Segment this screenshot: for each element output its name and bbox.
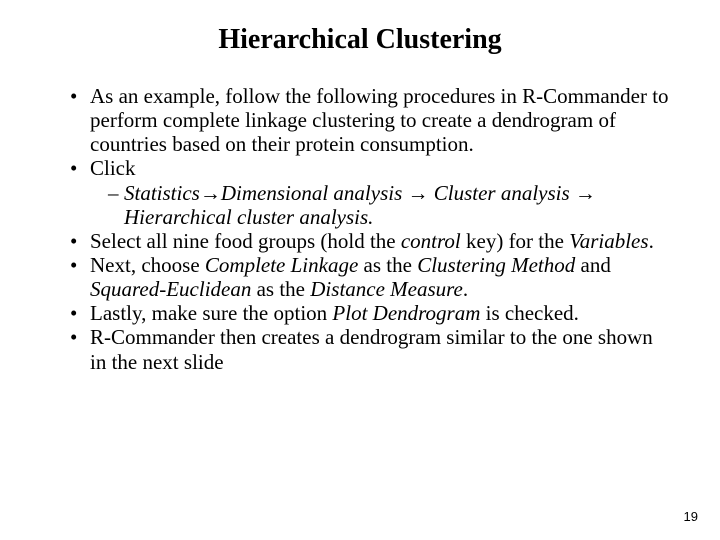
bullet-5-a: Lastly, make sure the option bbox=[90, 301, 332, 325]
bullet-4-f: Squared-Euclidean bbox=[90, 277, 251, 301]
bullet-6: R-Commander then creates a dendrogram si… bbox=[70, 325, 670, 373]
sub-bullet-list: Statistics→Dimensional analysis → Cluste… bbox=[90, 181, 670, 229]
bullet-3-c: key) for the bbox=[461, 229, 569, 253]
main-bullet-list: As an example, follow the following proc… bbox=[50, 84, 670, 374]
sub-bullet-1-text: Statistics→Dimensional analysis → Cluste… bbox=[124, 181, 596, 229]
slide-title: Hierarchical Clustering bbox=[50, 24, 670, 56]
bullet-4-c: as the bbox=[358, 253, 417, 277]
bullet-5-c: is checked. bbox=[480, 301, 579, 325]
page-number: 19 bbox=[684, 509, 698, 524]
slide-content: As an example, follow the following proc… bbox=[50, 84, 670, 374]
bullet-3-d: Variables bbox=[569, 229, 648, 253]
bullet-1: As an example, follow the following proc… bbox=[70, 84, 670, 156]
bullet-4-b: Complete Linkage bbox=[205, 253, 358, 277]
bullet-3-a: Select all nine food groups (hold the bbox=[90, 229, 401, 253]
bullet-2-text: Click bbox=[90, 156, 136, 180]
bullet-4-h: Distance Measure bbox=[310, 277, 463, 301]
bullet-4: Next, choose Complete Linkage as the Clu… bbox=[70, 253, 670, 301]
bullet-2: Click Statistics→Dimensional analysis → … bbox=[70, 156, 670, 228]
bullet-5-b: Plot Dendrogram bbox=[332, 301, 480, 325]
bullet-6-text: R-Commander then creates a dendrogram si… bbox=[90, 325, 653, 373]
bullet-3: Select all nine food groups (hold the co… bbox=[70, 229, 670, 253]
bullet-3-e: . bbox=[649, 229, 654, 253]
sub-bullet-1: Statistics→Dimensional analysis → Cluste… bbox=[108, 181, 670, 229]
bullet-4-d: Clustering Method bbox=[417, 253, 575, 277]
bullet-1-text: As an example, follow the following proc… bbox=[90, 84, 669, 156]
bullet-5: Lastly, make sure the option Plot Dendro… bbox=[70, 301, 670, 325]
bullet-4-i: . bbox=[463, 277, 468, 301]
bullet-4-a: Next, choose bbox=[90, 253, 205, 277]
bullet-4-g: as the bbox=[251, 277, 310, 301]
bullet-4-e: and bbox=[575, 253, 611, 277]
bullet-3-b: control bbox=[401, 229, 461, 253]
